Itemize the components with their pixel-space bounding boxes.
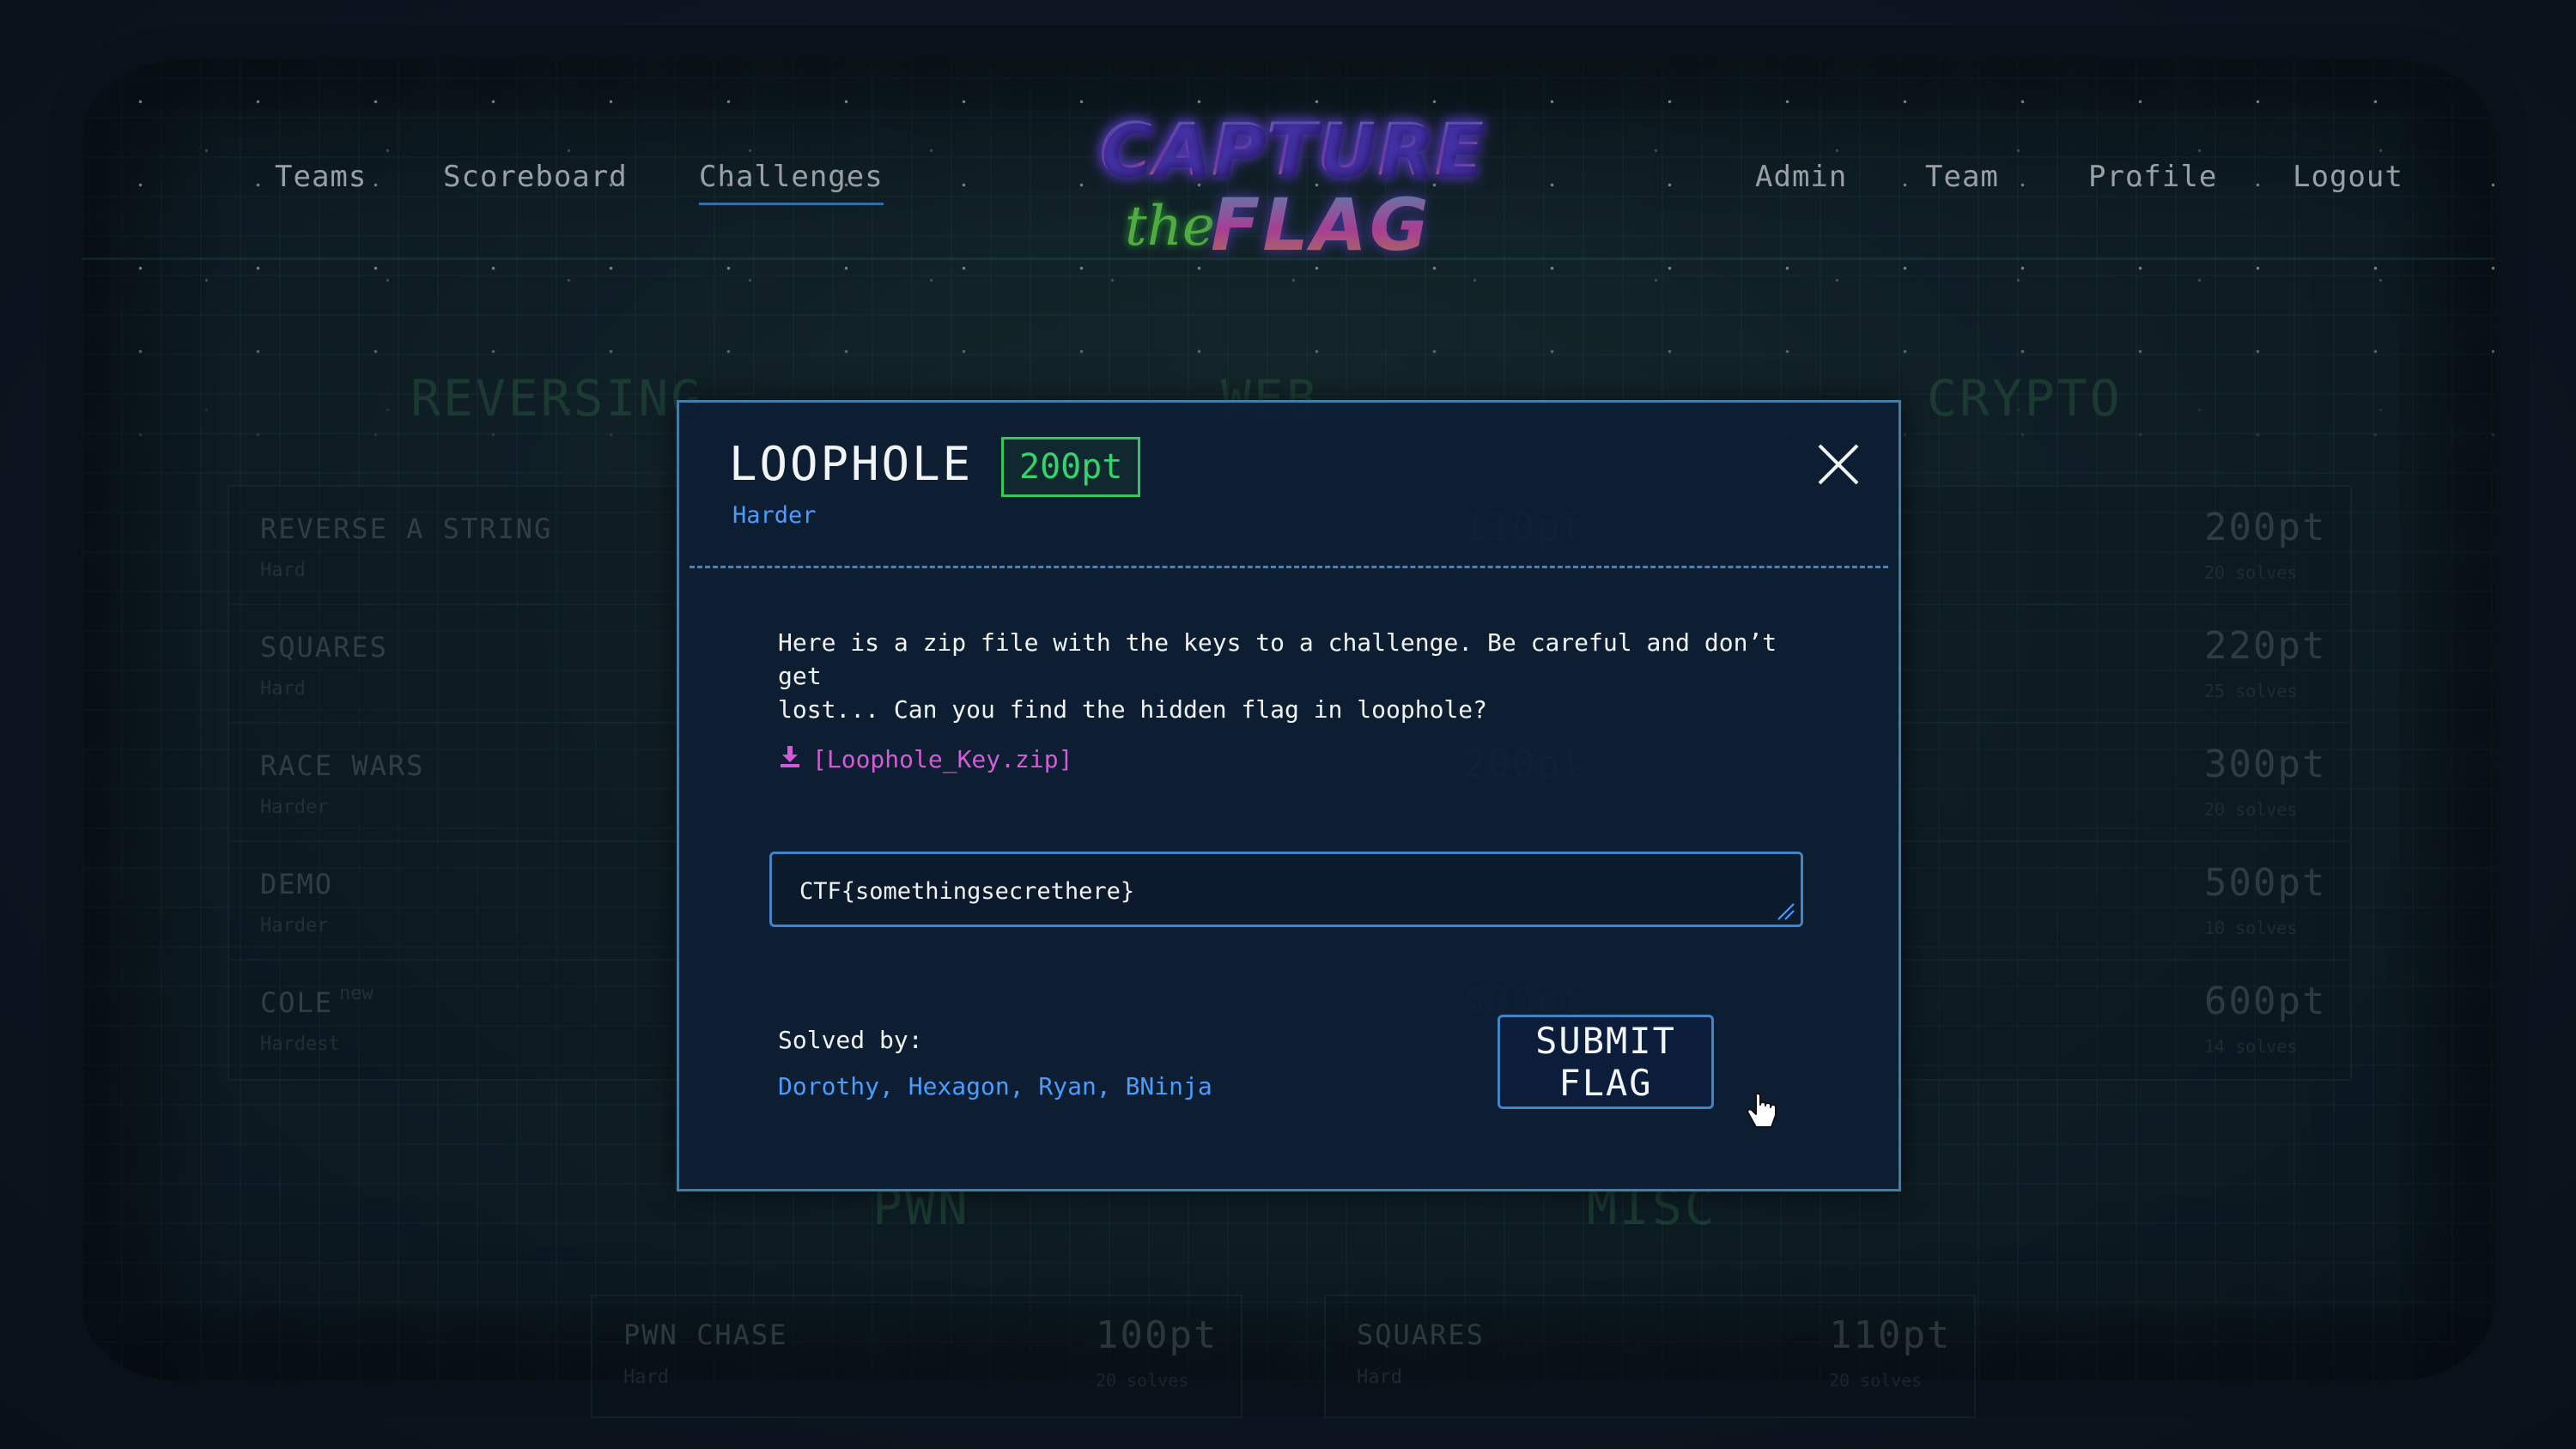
attachment-link[interactable]: [Loophole_Key.zip] [778, 744, 1072, 774]
hand-cursor-icon [1746, 1092, 1780, 1135]
solved-by-label: Solved by: [778, 1026, 923, 1054]
submit-flag-button[interactable]: SUBMIT FLAG [1498, 1015, 1714, 1109]
solver-list[interactable]: Dorothy, Hexagon, Ryan, BNinja [778, 1072, 1212, 1100]
flag-input[interactable] [769, 852, 1803, 927]
challenge-modal: LOOPHOLE 200pt Harder Here is a zip file… [677, 400, 1901, 1191]
header-divider [690, 566, 1888, 568]
points-badge: 200pt [1001, 437, 1141, 497]
close-icon[interactable] [1813, 439, 1864, 490]
attachment-filename: [Loophole_Key.zip] [812, 745, 1073, 773]
download-icon [778, 744, 802, 774]
difficulty-label: Harder [732, 502, 817, 529]
resize-grip-icon[interactable] [1775, 900, 1795, 921]
challenge-description: Here is a zip file with the keys to a ch… [778, 628, 1777, 724]
challenge-title: LOOPHOLE [729, 437, 974, 491]
